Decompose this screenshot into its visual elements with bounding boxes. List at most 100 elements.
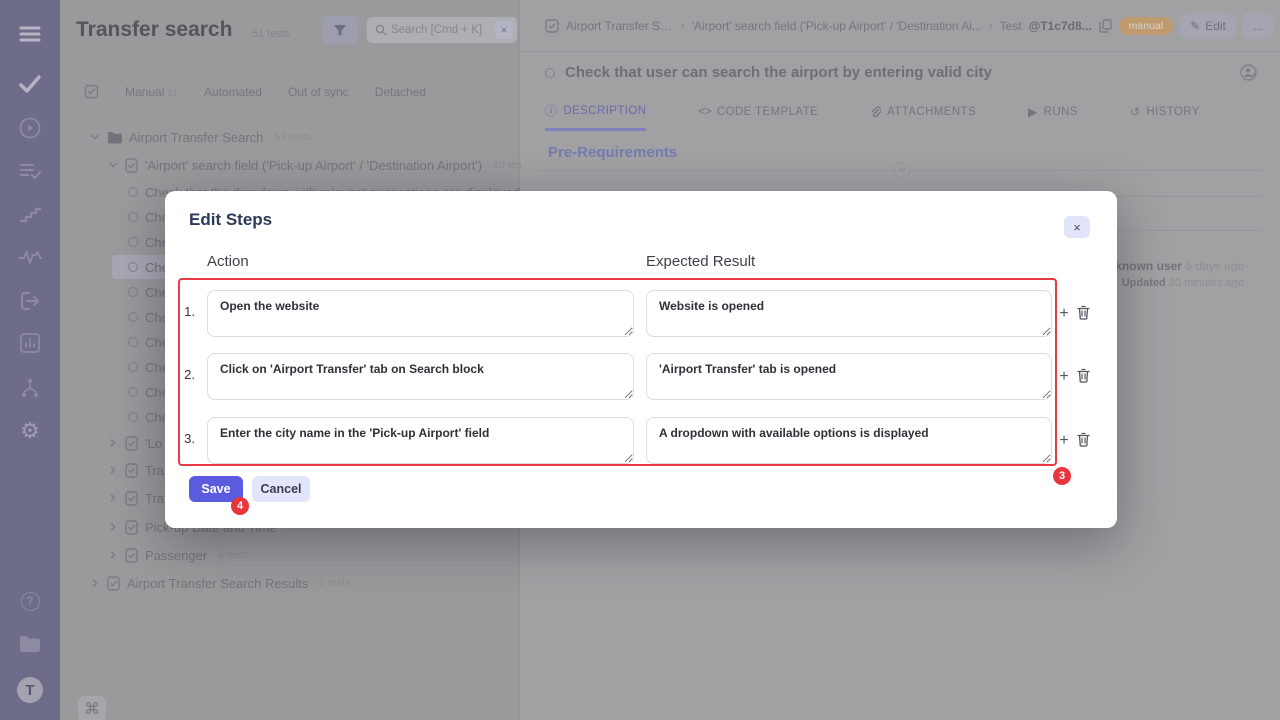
delete-step-icon[interactable] (1077, 432, 1090, 447)
modal-close-button[interactable]: × (1064, 216, 1090, 238)
tab-description[interactable]: ⓘDESCRIPTION (545, 102, 646, 131)
tree-item-suite[interactable]: Airport Transfer Search Results0 tests (90, 571, 350, 595)
circle-icon (128, 287, 138, 297)
info-icon: ⓘ (545, 102, 557, 119)
test-plan-icon[interactable] (0, 153, 60, 189)
circle-icon (128, 262, 138, 272)
step-expected-input[interactable]: A dropdown with available options is dis… (646, 417, 1052, 464)
play-circle-icon[interactable] (0, 110, 60, 146)
tab-manual[interactable]: Manual51 (125, 85, 178, 99)
status-circle-icon (545, 68, 555, 78)
steps-icon[interactable] (0, 196, 60, 232)
circle-icon (128, 187, 138, 197)
check-icon[interactable] (0, 66, 60, 102)
tree-item-test[interactable]: Che (128, 305, 169, 329)
t-logo[interactable]: T (0, 672, 60, 708)
circle-icon (128, 412, 138, 422)
breadcrumb-test[interactable]: Test (1000, 19, 1022, 33)
tree-item-test[interactable]: Che (128, 230, 169, 254)
add-step-button[interactable]: + (1056, 433, 1072, 449)
gear-icon[interactable]: ⚙ (0, 413, 60, 449)
tab-out-of-sync[interactable]: Out of sync (288, 85, 349, 99)
document-icon (125, 491, 138, 506)
login-icon[interactable] (0, 283, 60, 319)
edit-steps-modal: Edit Steps × Action Expected Result 1. O… (165, 191, 1117, 528)
tab-code-template[interactable]: <>CODE TEMPLATE (698, 102, 818, 131)
document-icon (125, 436, 138, 451)
search-clear-button[interactable]: × (495, 21, 513, 39)
panel-filter-tabs: Manual51 Automated Out of sync Detached (84, 84, 426, 99)
tab-detached[interactable]: Detached (375, 85, 426, 99)
analytics-icon[interactable] (0, 325, 60, 361)
annotation-badge-4: 4 (231, 497, 249, 515)
tree-item-test[interactable]: Che (128, 405, 169, 429)
tree-item-test[interactable]: Che (128, 280, 169, 304)
tab-history[interactable]: ↺HISTORY (1130, 102, 1200, 131)
chevron-right-icon (108, 522, 118, 532)
command-shortcut-button[interactable]: ⌘ (78, 696, 106, 720)
menu-icon[interactable] (0, 16, 60, 52)
more-button[interactable]: ... (1243, 13, 1273, 39)
tree-item-group[interactable]: 'Airport' search field ('Pick-up Airport… (108, 153, 522, 177)
chevron-separator: › (681, 20, 685, 32)
tree-item-group[interactable]: Tra (108, 458, 164, 482)
test-meta: Unknown user 6 days ago Updated 20 minut… (1099, 258, 1244, 292)
tab-attachments[interactable]: ATTACHMENTS (870, 102, 976, 131)
updated-time: 20 minutes ago (1169, 277, 1244, 289)
tree-item-group[interactable]: Passenger6 tests (108, 543, 249, 567)
add-step-button[interactable]: + (1056, 306, 1072, 322)
test-doc-icon (545, 19, 559, 33)
code-icon: <> (698, 105, 710, 119)
delete-step-icon[interactable] (1077, 305, 1090, 320)
tab-runs[interactable]: ▶RUNS (1028, 102, 1078, 131)
tree-item-test[interactable]: Che (128, 205, 169, 229)
projects-icon[interactable] (0, 626, 60, 662)
tree-item-suite[interactable]: Airport Transfer Search51 tests (90, 125, 311, 149)
document-icon (125, 548, 138, 563)
step-expected-input[interactable]: Website is opened (646, 290, 1052, 337)
user-check-icon[interactable] (1240, 64, 1257, 81)
tab-automated[interactable]: Automated (204, 85, 262, 99)
copy-icon[interactable] (1099, 19, 1112, 33)
step-action-input[interactable]: Open the website (207, 290, 634, 337)
filter-button[interactable] (322, 16, 358, 44)
collapse-chevron-icon[interactable] (894, 162, 910, 178)
play-icon: ▶ (1028, 105, 1038, 119)
add-step-button[interactable]: + (1056, 369, 1072, 385)
search-icon (375, 24, 387, 36)
panel-tests-count: 51 tests (252, 28, 291, 40)
tree-item-test[interactable]: Che (128, 380, 169, 404)
breadcrumb: Airport Transfer Se... › 'Airport' searc… (521, 0, 1280, 52)
expected-column-header: Expected Result (646, 253, 755, 270)
tree-item-test[interactable]: Che (128, 355, 169, 379)
branch-icon[interactable] (0, 370, 60, 406)
tree-item-test[interactable]: Che (128, 330, 169, 354)
step-expected-input[interactable]: 'Airport Transfer' tab is opened (646, 353, 1052, 400)
test-id[interactable]: @T1c7d8... (1029, 19, 1092, 33)
tree-item-group[interactable]: 'Lo (108, 431, 162, 455)
tree-item-group[interactable]: Tra (108, 486, 164, 510)
pulse-icon[interactable] (0, 239, 60, 275)
step-action-input[interactable]: Click on 'Airport Transfer' tab on Searc… (207, 353, 634, 400)
chevron-down-icon (90, 132, 100, 142)
chevron-right-icon (108, 438, 118, 448)
help-icon[interactable]: ? (0, 583, 60, 619)
paperclip-icon (870, 106, 881, 119)
document-icon (107, 576, 120, 591)
breadcrumb-suite[interactable]: Airport Transfer Se... (566, 19, 674, 33)
edit-button[interactable]: ✎Edit (1180, 13, 1236, 39)
chevron-down-icon (108, 160, 118, 170)
delete-step-icon[interactable] (1077, 368, 1090, 383)
chevron-separator: › (989, 20, 993, 32)
select-all-icon[interactable] (84, 84, 99, 99)
breadcrumb-group[interactable]: 'Airport' search field ('Pick-up Airport… (692, 19, 982, 33)
cancel-button[interactable]: Cancel (252, 476, 310, 502)
prereq-heading: Pre-Requirements (548, 144, 677, 161)
step-action-input[interactable]: Enter the city name in the 'Pick-up Airp… (207, 417, 634, 464)
step-number: 1. (173, 304, 195, 319)
test-title-row: Check that user can search the airport b… (545, 64, 1257, 81)
tree-item-test-selected[interactable]: Che (128, 255, 169, 279)
chevron-right-icon (108, 465, 118, 475)
search-input[interactable] (387, 24, 495, 36)
document-icon (125, 463, 138, 478)
